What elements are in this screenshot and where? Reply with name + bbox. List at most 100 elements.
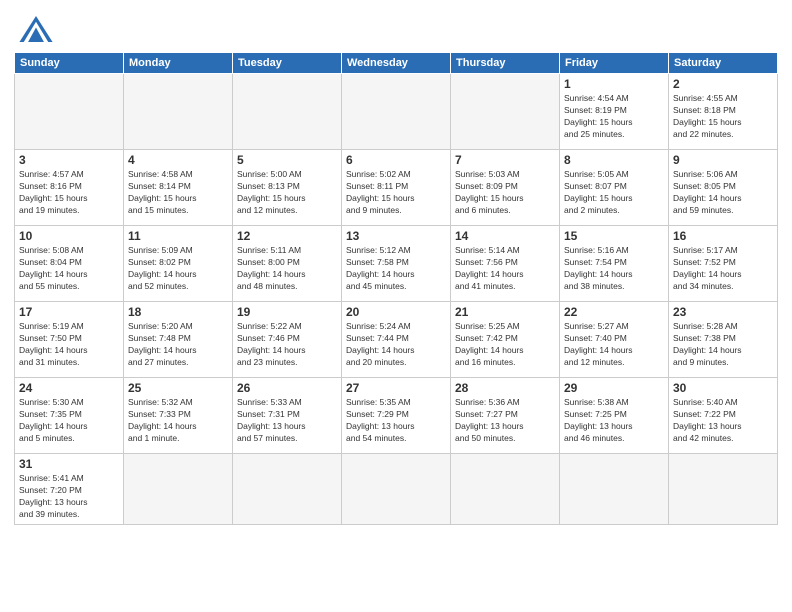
calendar-cell: 21 Sunrise: 5:25 AM Sunset: 7:42 PM Dayli…: [451, 302, 560, 378]
day-number: 25: [128, 381, 228, 395]
day-info: Sunrise: 4:57 AM Sunset: 8:16 PM Dayligh…: [19, 169, 119, 217]
day-number: 1: [564, 77, 664, 91]
week-row-5: 24 Sunrise: 5:30 AM Sunset: 7:35 PM Dayli…: [15, 378, 778, 454]
calendar-cell: 25 Sunrise: 5:32 AM Sunset: 7:33 PM Dayli…: [124, 378, 233, 454]
calendar-cell: 24 Sunrise: 5:30 AM Sunset: 7:35 PM Dayli…: [15, 378, 124, 454]
calendar-cell: 3Sunrise: 4:57 AM Sunset: 8:16 PM Daylig…: [15, 150, 124, 226]
days-header-row: SundayMondayTuesdayWednesdayThursdayFrid…: [15, 53, 778, 74]
calendar-cell: 11 Sunrise: 5:09 AM Sunset: 8:02 PM Dayli…: [124, 226, 233, 302]
day-number: 21: [455, 305, 555, 319]
day-header-wednesday: Wednesday: [342, 53, 451, 74]
calendar-cell: 9 Sunrise: 5:06 AM Sunset: 8:05 PM Daylig…: [669, 150, 778, 226]
calendar-cell: [15, 74, 124, 150]
day-info: Sunrise: 5:00 AM Sunset: 8:13 PM Dayligh…: [237, 169, 337, 217]
week-row-3: 10 Sunrise: 5:08 AM Sunset: 8:04 PM Dayli…: [15, 226, 778, 302]
day-number: 6: [346, 153, 446, 167]
calendar-cell: [233, 74, 342, 150]
calendar-cell: 16 Sunrise: 5:17 AM Sunset: 7:52 PM Dayli…: [669, 226, 778, 302]
day-info: Sunrise: 5:20 AM Sunset: 7:48 PM Dayligh…: [128, 321, 228, 369]
page: SundayMondayTuesdayWednesdayThursdayFrid…: [0, 0, 792, 612]
calendar-cell: 30 Sunrise: 5:40 AM Sunset: 7:22 PM Dayli…: [669, 378, 778, 454]
week-row-6: 31Sunrise: 5:41 AM Sunset: 7:20 PM Dayli…: [15, 454, 778, 525]
calendar-cell: 14Sunrise: 5:14 AM Sunset: 7:56 PM Dayli…: [451, 226, 560, 302]
calendar-cell: [124, 74, 233, 150]
calendar-cell: 6 Sunrise: 5:02 AM Sunset: 8:11 PM Daylig…: [342, 150, 451, 226]
calendar-cell: 17Sunrise: 5:19 AM Sunset: 7:50 PM Dayli…: [15, 302, 124, 378]
day-number: 9: [673, 153, 773, 167]
calendar-cell: 13 Sunrise: 5:12 AM Sunset: 7:58 PM Dayli…: [342, 226, 451, 302]
day-info: Sunrise: 5:14 AM Sunset: 7:56 PM Dayligh…: [455, 245, 555, 293]
logo: [14, 14, 58, 44]
day-number: 15: [564, 229, 664, 243]
calendar-cell: 23 Sunrise: 5:28 AM Sunset: 7:38 PM Dayli…: [669, 302, 778, 378]
day-info: Sunrise: 5:27 AM Sunset: 7:40 PM Dayligh…: [564, 321, 664, 369]
logo-icon: [18, 14, 54, 44]
calendar-cell: 19 Sunrise: 5:22 AM Sunset: 7:46 PM Dayli…: [233, 302, 342, 378]
day-number: 24: [19, 381, 119, 395]
calendar-cell: [233, 454, 342, 525]
day-number: 16: [673, 229, 773, 243]
day-number: 28: [455, 381, 555, 395]
day-info: Sunrise: 5:12 AM Sunset: 7:58 PM Dayligh…: [346, 245, 446, 293]
day-number: 20: [346, 305, 446, 319]
day-info: Sunrise: 5:09 AM Sunset: 8:02 PM Dayligh…: [128, 245, 228, 293]
calendar-cell: 20Sunrise: 5:24 AM Sunset: 7:44 PM Dayli…: [342, 302, 451, 378]
calendar-cell: 2Sunrise: 4:55 AM Sunset: 8:18 PM Daylig…: [669, 74, 778, 150]
calendar-cell: 12Sunrise: 5:11 AM Sunset: 8:00 PM Dayli…: [233, 226, 342, 302]
day-header-sunday: Sunday: [15, 53, 124, 74]
day-number: 5: [237, 153, 337, 167]
calendar-cell: [124, 454, 233, 525]
day-info: Sunrise: 5:19 AM Sunset: 7:50 PM Dayligh…: [19, 321, 119, 369]
day-number: 23: [673, 305, 773, 319]
day-info: Sunrise: 5:05 AM Sunset: 8:07 PM Dayligh…: [564, 169, 664, 217]
header: [14, 10, 778, 44]
calendar-cell: 26Sunrise: 5:33 AM Sunset: 7:31 PM Dayli…: [233, 378, 342, 454]
day-info: Sunrise: 5:40 AM Sunset: 7:22 PM Dayligh…: [673, 397, 773, 445]
day-number: 18: [128, 305, 228, 319]
day-info: Sunrise: 4:58 AM Sunset: 8:14 PM Dayligh…: [128, 169, 228, 217]
calendar-cell: 15 Sunrise: 5:16 AM Sunset: 7:54 PM Dayli…: [560, 226, 669, 302]
day-number: 8: [564, 153, 664, 167]
day-info: Sunrise: 5:41 AM Sunset: 7:20 PM Dayligh…: [19, 473, 119, 521]
day-info: Sunrise: 5:08 AM Sunset: 8:04 PM Dayligh…: [19, 245, 119, 293]
calendar-cell: [451, 74, 560, 150]
day-number: 2: [673, 77, 773, 91]
day-info: Sunrise: 5:28 AM Sunset: 7:38 PM Dayligh…: [673, 321, 773, 369]
day-number: 13: [346, 229, 446, 243]
day-info: Sunrise: 5:02 AM Sunset: 8:11 PM Dayligh…: [346, 169, 446, 217]
calendar-cell: 1 Sunrise: 4:54 AM Sunset: 8:19 PM Daylig…: [560, 74, 669, 150]
day-info: Sunrise: 5:17 AM Sunset: 7:52 PM Dayligh…: [673, 245, 773, 293]
day-header-tuesday: Tuesday: [233, 53, 342, 74]
calendar-cell: 31Sunrise: 5:41 AM Sunset: 7:20 PM Dayli…: [15, 454, 124, 525]
day-info: Sunrise: 5:32 AM Sunset: 7:33 PM Dayligh…: [128, 397, 228, 445]
calendar-cell: [342, 74, 451, 150]
day-number: 30: [673, 381, 773, 395]
day-info: Sunrise: 5:35 AM Sunset: 7:29 PM Dayligh…: [346, 397, 446, 445]
day-info: Sunrise: 5:36 AM Sunset: 7:27 PM Dayligh…: [455, 397, 555, 445]
day-header-friday: Friday: [560, 53, 669, 74]
calendar-cell: 10 Sunrise: 5:08 AM Sunset: 8:04 PM Dayli…: [15, 226, 124, 302]
day-info: Sunrise: 5:22 AM Sunset: 7:46 PM Dayligh…: [237, 321, 337, 369]
day-number: 10: [19, 229, 119, 243]
calendar-cell: [669, 454, 778, 525]
day-info: Sunrise: 5:38 AM Sunset: 7:25 PM Dayligh…: [564, 397, 664, 445]
calendar-cell: 28 Sunrise: 5:36 AM Sunset: 7:27 PM Dayli…: [451, 378, 560, 454]
calendar-cell: [560, 454, 669, 525]
calendar-cell: 29 Sunrise: 5:38 AM Sunset: 7:25 PM Dayli…: [560, 378, 669, 454]
day-number: 11: [128, 229, 228, 243]
day-info: Sunrise: 5:06 AM Sunset: 8:05 PM Dayligh…: [673, 169, 773, 217]
day-number: 7: [455, 153, 555, 167]
calendar-cell: [451, 454, 560, 525]
calendar-cell: 7Sunrise: 5:03 AM Sunset: 8:09 PM Daylig…: [451, 150, 560, 226]
calendar-cell: 27 Sunrise: 5:35 AM Sunset: 7:29 PM Dayli…: [342, 378, 451, 454]
day-info: Sunrise: 4:54 AM Sunset: 8:19 PM Dayligh…: [564, 93, 664, 141]
day-number: 29: [564, 381, 664, 395]
week-row-2: 3Sunrise: 4:57 AM Sunset: 8:16 PM Daylig…: [15, 150, 778, 226]
day-number: 27: [346, 381, 446, 395]
calendar-cell: 22Sunrise: 5:27 AM Sunset: 7:40 PM Dayli…: [560, 302, 669, 378]
calendar-cell: 5 Sunrise: 5:00 AM Sunset: 8:13 PM Daylig…: [233, 150, 342, 226]
day-info: Sunrise: 5:30 AM Sunset: 7:35 PM Dayligh…: [19, 397, 119, 445]
day-info: Sunrise: 5:25 AM Sunset: 7:42 PM Dayligh…: [455, 321, 555, 369]
day-info: Sunrise: 5:16 AM Sunset: 7:54 PM Dayligh…: [564, 245, 664, 293]
day-number: 19: [237, 305, 337, 319]
